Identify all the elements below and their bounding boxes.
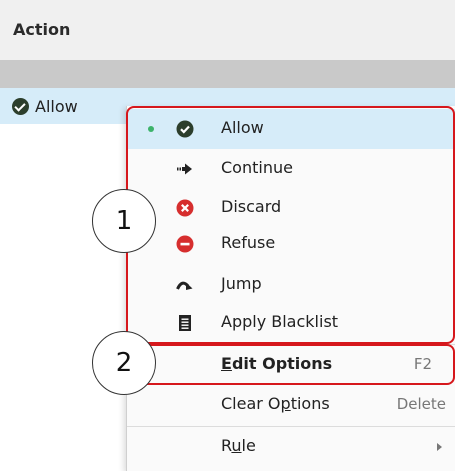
annotation-highlight-box-1 — [126, 106, 455, 344]
submenu-arrow-icon — [437, 443, 442, 451]
annotation-highlight-box-2 — [126, 344, 455, 385]
menu-item-rule[interactable]: Rule — [127, 427, 455, 467]
row-action-cell: Allow — [12, 97, 78, 116]
menu-item-clear-options[interactable]: Clear Options Delete — [127, 385, 455, 425]
shortcut-label: Delete — [396, 395, 446, 413]
table-header: Action — [0, 0, 455, 61]
header-separator-band — [0, 60, 455, 88]
annotation-badge-1: 1 — [92, 189, 156, 253]
annotation-badge-2: 2 — [92, 331, 156, 395]
action-column-header[interactable]: Action — [13, 20, 70, 39]
row-action-label: Allow — [35, 97, 78, 116]
check-circle-icon — [12, 98, 29, 115]
menu-item-label: Clear Options — [221, 394, 330, 413]
menu-item-label: Rule — [221, 436, 256, 455]
